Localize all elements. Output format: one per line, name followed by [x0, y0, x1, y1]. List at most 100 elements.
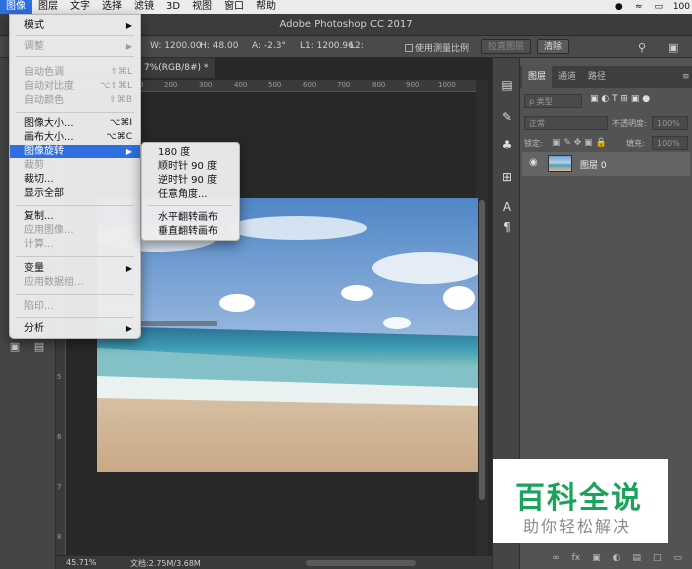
height-readout: H: 48.00 [200, 41, 239, 51]
watermark-subtitle: 助你轻松解决 [523, 517, 632, 536]
fill-field[interactable]: 100% [652, 136, 688, 150]
history-icon[interactable]: ▤ [499, 78, 515, 94]
new-layer-icon[interactable]: □ [653, 553, 662, 563]
adjustment-icon[interactable]: ◐ [613, 553, 621, 563]
ruler-tick: 300 [199, 81, 213, 89]
menu-separator [16, 112, 134, 113]
menu-layer[interactable]: 图层 [32, 0, 64, 14]
menu-item-adjustments[interactable]: 调整 ▶ [10, 40, 140, 53]
battery-percent: 100 [672, 2, 690, 12]
submenu-item-rotate-90-ccw[interactable]: 逆时针 90 度 [142, 174, 239, 187]
menu-item-label: 画布大小... [24, 132, 74, 143]
menu-item-analysis[interactable]: 分析 ▶ [10, 322, 140, 335]
doc-size[interactable]: 文档:2.75M/3.68M [130, 558, 201, 569]
wifi-icon[interactable]: ≈ [633, 2, 645, 12]
menu-item-variables[interactable]: 变量 ▶ [10, 262, 140, 275]
menu-item-trap[interactable]: 陷印... [10, 300, 140, 313]
menu-item-calculations[interactable]: 计算... [10, 238, 140, 251]
character-icon[interactable]: A [499, 200, 515, 216]
blend-mode-select[interactable]: 正常 [524, 116, 608, 130]
submenu-item-rotate-180[interactable]: 180 度 [142, 146, 239, 159]
scroll-thumb[interactable] [479, 200, 485, 500]
width-readout: W: 1200.00 [150, 41, 202, 51]
trash-icon[interactable]: ▭ [673, 553, 682, 563]
submenu-item-flip-horizontal[interactable]: 水平翻转画布 [142, 211, 239, 224]
quick-mask-icon[interactable]: ▣ [8, 340, 22, 354]
l2-readout: L2: [350, 41, 364, 51]
clone-source-icon[interactable]: ♣ [499, 138, 515, 154]
submenu-arrow-icon: ▶ [125, 42, 132, 51]
screen-mode-icon[interactable]: ▤ [32, 340, 46, 354]
menu-item-image-rotation[interactable]: 图像旋转 ▶ [10, 145, 140, 158]
straighten-layer-button[interactable]: 拉直图层 [481, 39, 532, 54]
submenu-item-arbitrary[interactable]: 任意角度... [142, 188, 239, 201]
menu-separator [148, 205, 233, 206]
menu-select[interactable]: 选择 [96, 0, 128, 14]
tab-channels[interactable]: 通道 [552, 66, 582, 88]
menu-item-label: 计算... [24, 239, 54, 250]
fx-icon[interactable]: fx [572, 553, 581, 563]
folder-icon[interactable]: ▤ [632, 553, 641, 563]
menu-item-label: 应用数据组... [24, 277, 84, 288]
menu-item-image-size[interactable]: 图像大小... ⌥⌘I [10, 117, 140, 130]
horizontal-scrollbar[interactable] [306, 560, 416, 566]
menu-help[interactable]: 帮助 [250, 0, 282, 14]
lock-icons[interactable]: ▣ ✎ ✥ ▣ 🔒 [552, 138, 622, 148]
submenu-item-flip-vertical[interactable]: 垂直翻转画布 [142, 225, 239, 238]
menu-item-shortcut: ⌥⌘C [106, 132, 132, 142]
submenu-item-rotate-90-cw[interactable]: 顺时针 90 度 [142, 160, 239, 173]
lock-label: 锁定: [524, 139, 543, 148]
menu-view[interactable]: 视图 [186, 0, 218, 14]
menu-item-auto-color[interactable]: 自动颜色 ⇧⌘B [10, 94, 140, 107]
menu-item-label: 图像大小... [24, 118, 74, 129]
menu-item-mode[interactable]: 模式 ▶ [10, 19, 140, 32]
clear-button[interactable]: 清除 [537, 39, 570, 54]
qq-penguin-icon[interactable]: ● [613, 2, 625, 12]
menu-separator [16, 256, 134, 257]
menu-item-label: 变量 [24, 263, 44, 274]
ruler-tick: 700 [337, 81, 351, 89]
menu-filter[interactable]: 滤镜 [128, 0, 160, 14]
menu-item-canvas-size[interactable]: 画布大小... ⌥⌘C [10, 131, 140, 144]
menu-item-auto-contrast[interactable]: 自动对比度 ⌥⇧⌘L [10, 80, 140, 93]
mask-icon[interactable]: ▣ [592, 553, 601, 563]
menu-separator [16, 56, 134, 57]
ruler-tick: 200 [164, 81, 178, 89]
use-scale-checkbox[interactable]: 使用测量比例 [405, 41, 469, 54]
menu-type[interactable]: 文字 [64, 0, 96, 14]
menu-item-reveal-all[interactable]: 显示全部 [10, 187, 140, 200]
menu-3d[interactable]: 3D [160, 0, 186, 14]
ruler-tick: 900 [406, 81, 420, 89]
menu-item-duplicate[interactable]: 复制... [10, 210, 140, 223]
brush-settings-icon[interactable]: ✎ [499, 110, 515, 126]
layer-name[interactable]: 图层 0 [580, 158, 607, 171]
paragraph-icon[interactable]: ¶ [499, 220, 515, 236]
menu-image[interactable]: 图像 [0, 0, 32, 14]
menu-item-label: 裁剪 [24, 160, 44, 171]
visibility-eye-icon[interactable]: ◉ [529, 157, 538, 168]
submenu-arrow-icon: ▶ [125, 264, 132, 273]
menu-item-apply-data-set[interactable]: 应用数据组... [10, 276, 140, 289]
menu-item-auto-tone[interactable]: 自动色调 ⇧⌘L [10, 66, 140, 79]
menu-item-trim[interactable]: 裁切... [10, 173, 140, 186]
layer-filter-icons[interactable]: ▣ ◐ T ⊞ ▣ ● [590, 94, 686, 104]
search-icon[interactable]: ⚲ [638, 41, 646, 54]
menu-window[interactable]: 窗口 [218, 0, 250, 14]
menubar-status-area: ● ≈ ▭ 100 [613, 0, 690, 14]
workspace-icon[interactable]: ▣ [668, 41, 678, 54]
panel-menu-icon[interactable]: ≡ [676, 66, 692, 88]
layer-kind-filter[interactable]: ρ 类型 [524, 94, 582, 108]
menu-item-label: 分析 [24, 323, 44, 334]
tab-layers[interactable]: 图层 [522, 66, 553, 88]
opacity-field[interactable]: 100% [652, 116, 688, 130]
layer-thumbnail [548, 155, 572, 172]
menu-item-apply-image[interactable]: 应用图像... [10, 224, 140, 237]
zoom-level[interactable]: 45.71% [66, 558, 97, 567]
layer-row[interactable]: ◉ 图层 0 [522, 152, 690, 176]
airplay-icon[interactable]: ▭ [653, 2, 665, 12]
menu-item-label: 自动颜色 [24, 95, 64, 106]
link-icon[interactable]: ∞ [552, 553, 560, 563]
crop-icon[interactable]: ⊞ [499, 170, 515, 186]
tab-paths[interactable]: 路径 [582, 66, 612, 88]
menu-item-crop[interactable]: 裁剪 [10, 159, 140, 172]
